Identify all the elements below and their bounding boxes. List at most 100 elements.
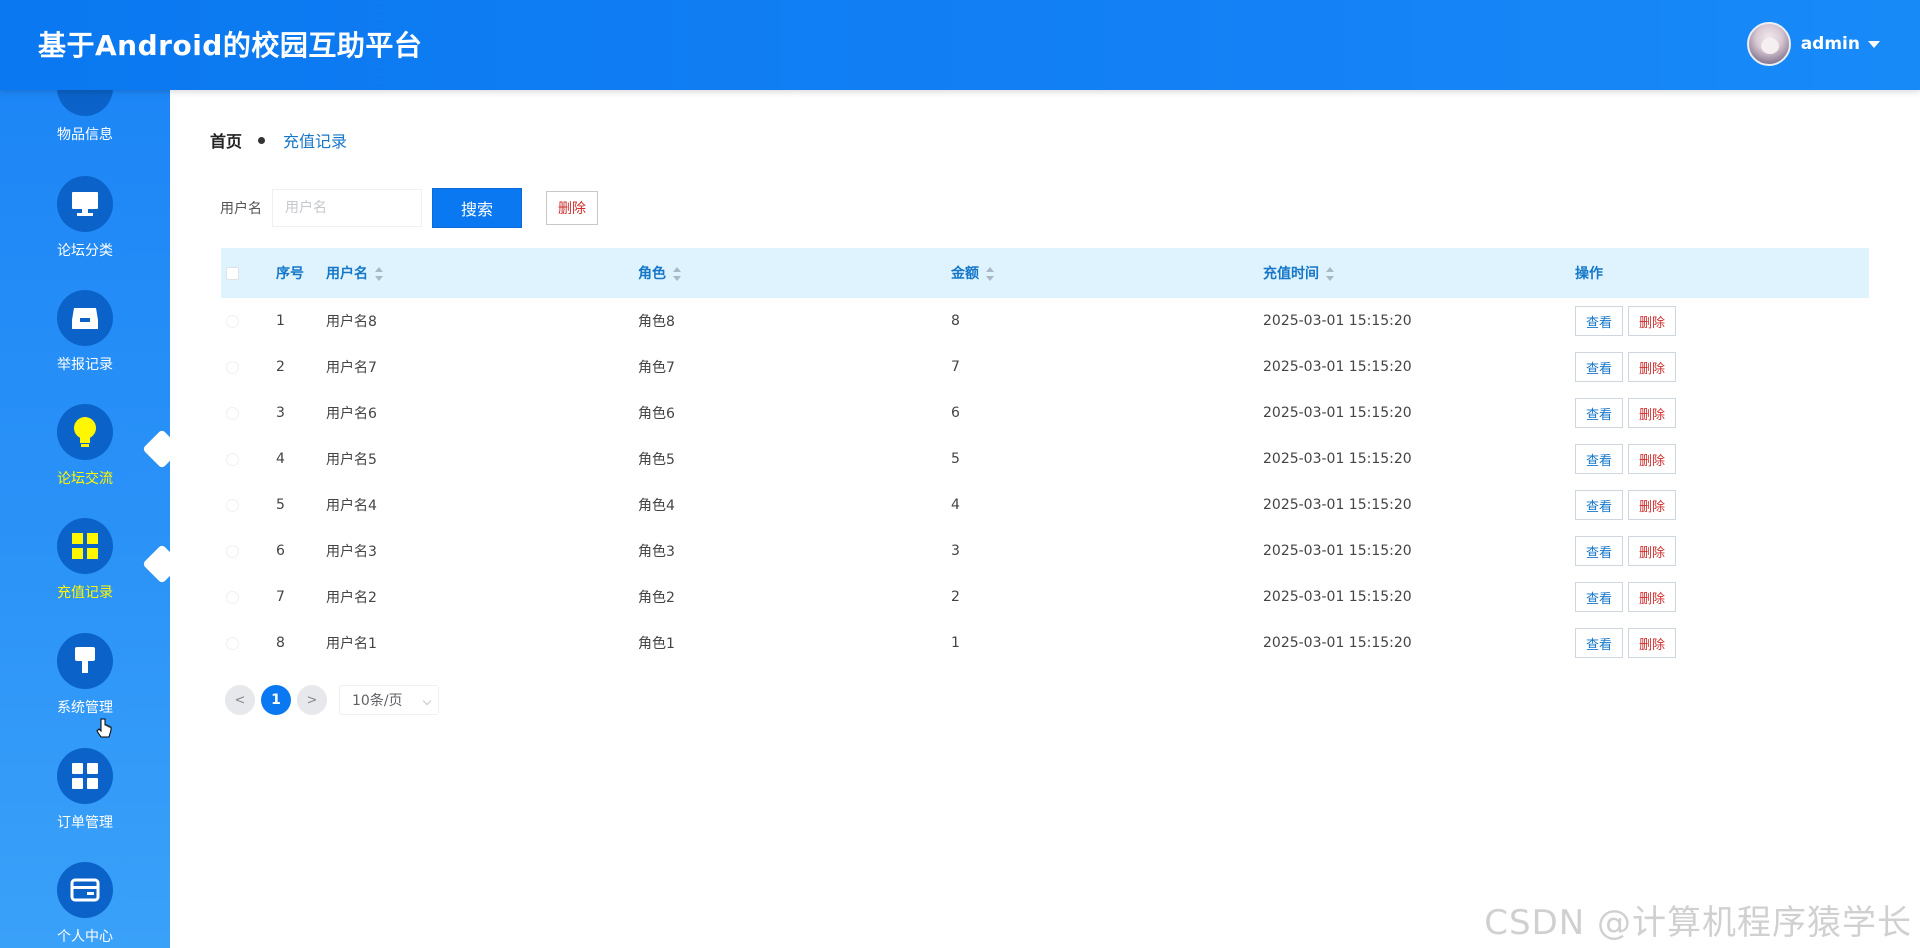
row-select-radio[interactable] — [226, 360, 239, 374]
sidebar-item-label: 个人中心 — [57, 929, 113, 945]
sidebar-item-label: 充值记录 — [57, 585, 113, 601]
cell-username: 用户名8 — [326, 314, 377, 330]
delete-button[interactable]: 删除 — [1628, 582, 1677, 612]
watermark: CSDN @计算机程序猿学长 — [1484, 903, 1912, 943]
view-button[interactable]: 查看 — [1575, 352, 1624, 382]
cell-time: 2025-03-01 15:15:20 — [1263, 359, 1412, 375]
sort-icon[interactable] — [672, 267, 682, 281]
user-menu[interactable]: admin — [1746, 22, 1880, 66]
view-button[interactable]: 查看 — [1575, 490, 1624, 520]
delete-button[interactable]: 删除 — [1628, 444, 1677, 474]
table-row: 8 用户名1 角色1 1 2025-03-01 15:15:20 查看 删除 — [221, 620, 1869, 666]
cell-time: 2025-03-01 15:15:20 — [1263, 313, 1412, 329]
delete-button[interactable]: 删除 — [1628, 306, 1677, 336]
sidebar-item-order-management[interactable]: 订单管理 — [0, 748, 170, 858]
cell-amount: 6 — [951, 405, 960, 421]
row-select-radio[interactable] — [226, 452, 239, 466]
caret-down-icon[interactable] — [1868, 40, 1880, 48]
view-button[interactable]: 查看 — [1575, 306, 1624, 336]
cell-index: 1 — [276, 313, 285, 329]
view-button[interactable]: 查看 — [1575, 582, 1624, 612]
cell-username: 用户名5 — [326, 452, 377, 468]
lightbulb-icon — [57, 404, 113, 460]
prev-page-button[interactable]: < — [225, 685, 255, 715]
view-button[interactable]: 查看 — [1575, 628, 1624, 658]
sidebar-item-label: 物品信息 — [57, 127, 113, 143]
row-select-radio[interactable] — [226, 544, 239, 558]
avatar[interactable] — [1746, 22, 1791, 66]
cell-amount: 3 — [951, 543, 960, 559]
cell-index: 2 — [276, 359, 285, 375]
view-button[interactable]: 查看 — [1575, 398, 1624, 428]
breadcrumb: 首页 充值记录 — [210, 128, 347, 152]
row-select-radio[interactable] — [226, 636, 239, 650]
grid-icon — [57, 748, 113, 804]
search-input[interactable] — [272, 189, 422, 227]
sidebar-item-forum-category[interactable]: 论坛分类 — [0, 176, 170, 286]
column-header-index: 序号 — [276, 266, 304, 282]
top-header: 基于Android的校园互助平台 admin — [0, 0, 1920, 90]
delete-button[interactable]: 删除 — [1628, 536, 1677, 566]
table-row: 7 用户名2 角色2 2 2025-03-01 15:15:20 查看 删除 — [221, 574, 1869, 620]
sidebar-item-system-management[interactable]: 系统管理 — [0, 633, 170, 743]
select-all-checkbox[interactable] — [226, 266, 239, 280]
table-row: 3 用户名6 角色6 6 2025-03-01 15:15:20 查看 删除 — [221, 390, 1869, 436]
sidebar-item-label: 论坛分类 — [57, 243, 113, 259]
sidebar-item-recharge-records[interactable]: 充值记录 — [0, 518, 170, 628]
breadcrumb-home[interactable]: 首页 — [210, 128, 242, 152]
sidebar: 物品信息 论坛分类 举报记录 论坛交流 充值记录 系统管理 订单管理 个人中心 — [0, 90, 170, 948]
cell-username: 用户名3 — [326, 544, 377, 560]
delete-button[interactable]: 删除 — [1628, 352, 1677, 382]
cell-username: 用户名4 — [326, 498, 377, 514]
cell-amount: 2 — [951, 589, 960, 605]
table-row: 6 用户名3 角色3 3 2025-03-01 15:15:20 查看 删除 — [221, 528, 1869, 574]
breadcrumb-separator-icon — [258, 136, 266, 144]
column-header-time[interactable]: 充值时间 — [1263, 263, 1575, 283]
column-header-username[interactable]: 用户名 — [326, 263, 638, 283]
column-header-amount[interactable]: 金额 — [951, 263, 1263, 283]
sort-icon[interactable] — [374, 267, 384, 281]
table-row: 5 用户名4 角色4 4 2025-03-01 15:15:20 查看 删除 — [221, 482, 1869, 528]
cell-time: 2025-03-01 15:15:20 — [1263, 543, 1412, 559]
row-select-radio[interactable] — [226, 590, 239, 604]
row-select-radio[interactable] — [226, 498, 239, 512]
cell-index: 5 — [276, 497, 285, 513]
cell-time: 2025-03-01 15:15:20 — [1263, 635, 1412, 651]
next-page-button[interactable]: > — [297, 685, 327, 715]
sidebar-item-item-info[interactable]: 物品信息 — [0, 90, 170, 170]
sidebar-item-personal-center[interactable]: 个人中心 — [0, 862, 170, 948]
app-title: 基于Android的校园互助平台 — [38, 29, 423, 62]
username-label[interactable]: admin — [1801, 34, 1860, 54]
cell-time: 2025-03-01 15:15:20 — [1263, 451, 1412, 467]
cell-username: 用户名6 — [326, 406, 377, 422]
sidebar-item-label: 系统管理 — [57, 700, 113, 716]
cell-amount: 7 — [951, 359, 960, 375]
search-bar: 用户名 搜索 删除 — [220, 188, 598, 228]
view-button[interactable]: 查看 — [1575, 444, 1624, 474]
row-select-radio[interactable] — [226, 406, 239, 420]
sidebar-item-report-records[interactable]: 举报记录 — [0, 290, 170, 400]
monitor-icon — [57, 176, 113, 232]
sidebar-item-forum-exchange[interactable]: 论坛交流 — [0, 404, 170, 514]
search-button[interactable]: 搜索 — [432, 188, 522, 228]
sort-icon[interactable] — [1325, 267, 1335, 281]
cell-role: 角色4 — [638, 498, 675, 514]
batch-delete-button[interactable]: 删除 — [546, 191, 598, 225]
column-header-role[interactable]: 角色 — [638, 263, 951, 283]
cell-role: 角色6 — [638, 406, 675, 422]
view-button[interactable]: 查看 — [1575, 536, 1624, 566]
sort-icon[interactable] — [985, 267, 995, 281]
brush-icon — [57, 633, 113, 689]
card-icon — [57, 862, 113, 918]
cell-index: 4 — [276, 451, 285, 467]
cell-role: 角色5 — [638, 452, 675, 468]
page-size-select[interactable]: 10条/页 — [339, 685, 439, 715]
delete-button[interactable]: 删除 — [1628, 628, 1677, 658]
delete-button[interactable]: 删除 — [1628, 490, 1677, 520]
cell-index: 6 — [276, 543, 285, 559]
page-number[interactable]: 1 — [261, 685, 291, 715]
cell-time: 2025-03-01 15:15:20 — [1263, 589, 1412, 605]
table-row: 1 用户名8 角色8 8 2025-03-01 15:15:20 查看 删除 — [221, 298, 1869, 344]
row-select-radio[interactable] — [226, 314, 239, 328]
delete-button[interactable]: 删除 — [1628, 398, 1677, 428]
